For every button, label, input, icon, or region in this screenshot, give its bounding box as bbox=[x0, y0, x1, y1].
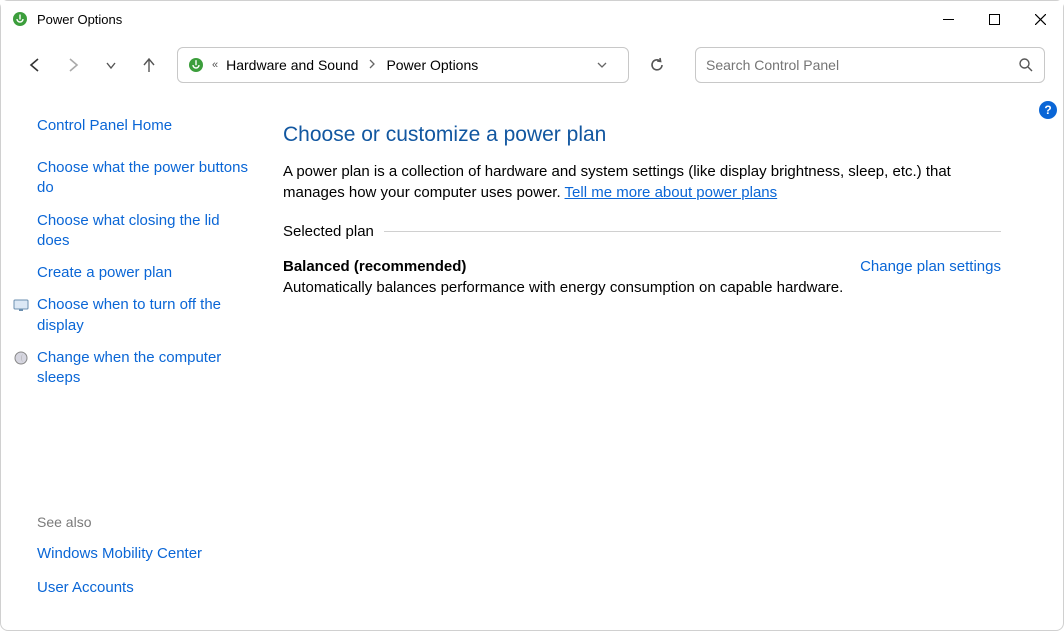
title-bar: Power Options bbox=[1, 1, 1063, 37]
search-box[interactable] bbox=[695, 47, 1045, 83]
sidebar-link-power-buttons[interactable]: Choose what the power buttons do bbox=[37, 158, 253, 199]
search-input[interactable] bbox=[706, 57, 1018, 73]
page-title: Choose or customize a power plan bbox=[283, 123, 1001, 147]
main-panel: Choose or customize a power plan A power… bbox=[263, 93, 1063, 630]
sidebar-link-closing-lid[interactable]: Choose what closing the lid does bbox=[37, 211, 253, 252]
help-icon[interactable]: ? bbox=[1039, 101, 1057, 119]
breadcrumb-overflow-icon[interactable]: « bbox=[212, 59, 218, 71]
address-dropdown[interactable] bbox=[584, 59, 620, 71]
back-button[interactable] bbox=[19, 49, 51, 81]
maximize-button[interactable] bbox=[971, 1, 1017, 37]
sidebar-link-label: Change when the computer sleeps bbox=[37, 349, 221, 386]
plan-row: Balanced (recommended) Automatically bal… bbox=[283, 258, 1001, 296]
chevron-right-icon[interactable] bbox=[360, 58, 384, 72]
refresh-button[interactable] bbox=[639, 47, 675, 83]
see-also-mobility-center[interactable]: Windows Mobility Center bbox=[37, 544, 253, 564]
sidebar-link-label: Choose when to turn off the display bbox=[37, 296, 221, 333]
up-button[interactable] bbox=[133, 49, 165, 81]
plan-description: Automatically balances performance with … bbox=[283, 279, 843, 296]
divider bbox=[384, 231, 1001, 232]
sidebar: Control Panel Home Choose what the power… bbox=[1, 93, 263, 630]
search-icon[interactable] bbox=[1018, 57, 1034, 73]
moon-icon bbox=[13, 350, 29, 366]
content-area: ? Control Panel Home Choose what the pow… bbox=[1, 93, 1063, 630]
minimize-button[interactable] bbox=[925, 1, 971, 37]
see-also-heading: See also bbox=[37, 514, 253, 530]
sidebar-link-create-plan[interactable]: Create a power plan bbox=[37, 263, 253, 283]
recent-dropdown[interactable] bbox=[95, 49, 127, 81]
sidebar-link-sleep[interactable]: Change when the computer sleeps bbox=[37, 348, 253, 389]
selected-plan-label: Selected plan bbox=[283, 223, 374, 240]
display-icon bbox=[13, 297, 29, 313]
selected-plan-heading: Selected plan bbox=[283, 223, 1001, 240]
forward-button[interactable] bbox=[57, 49, 89, 81]
tell-me-more-link[interactable]: Tell me more about power plans bbox=[565, 184, 778, 201]
page-description: A power plan is a collection of hardware… bbox=[283, 161, 1001, 203]
control-panel-home-link[interactable]: Control Panel Home bbox=[37, 117, 253, 134]
sidebar-link-display-off[interactable]: Choose when to turn off the display bbox=[37, 295, 253, 336]
navigation-row: « Hardware and Sound Power Options bbox=[1, 37, 1063, 93]
see-also-user-accounts[interactable]: User Accounts bbox=[37, 578, 253, 598]
window-title: Power Options bbox=[37, 12, 122, 27]
close-button[interactable] bbox=[1017, 1, 1063, 37]
breadcrumb-hardware-sound[interactable]: Hardware and Sound bbox=[224, 53, 360, 77]
breadcrumb-power-options[interactable]: Power Options bbox=[384, 53, 480, 77]
address-bar[interactable]: « Hardware and Sound Power Options bbox=[177, 47, 629, 83]
change-plan-settings-link[interactable]: Change plan settings bbox=[860, 258, 1001, 275]
plan-info: Balanced (recommended) Automatically bal… bbox=[283, 258, 843, 296]
power-options-icon bbox=[11, 10, 29, 28]
plan-name: Balanced (recommended) bbox=[283, 258, 843, 275]
power-options-icon bbox=[186, 55, 206, 75]
